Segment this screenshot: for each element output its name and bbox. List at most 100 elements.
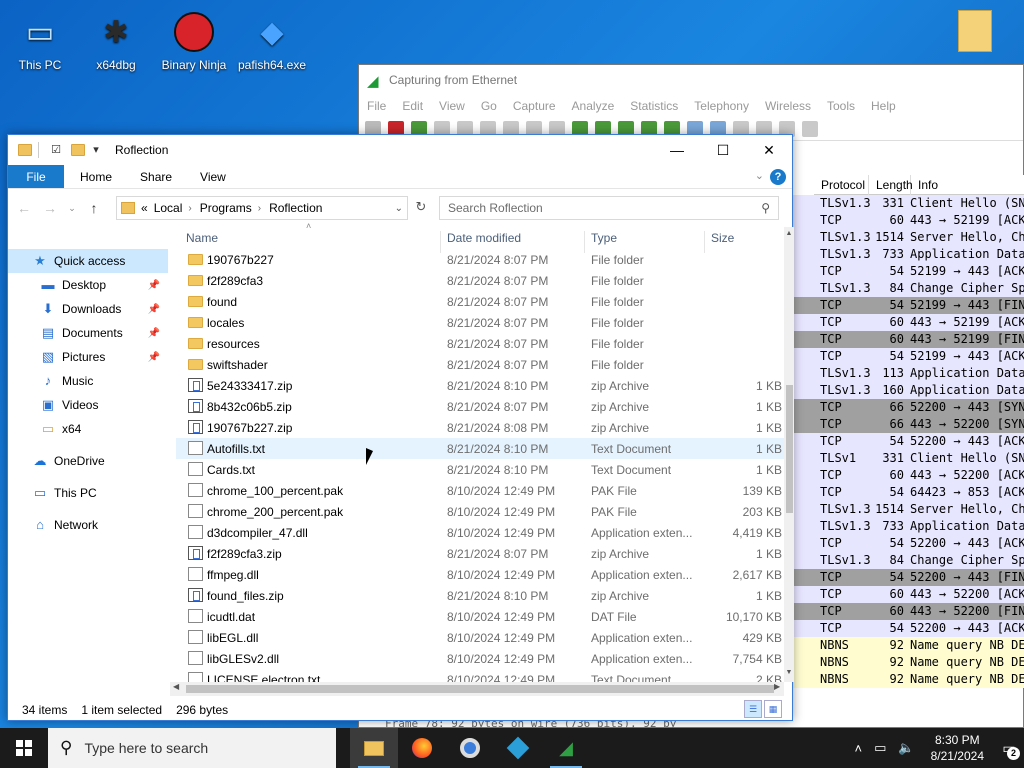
address-bar[interactable]: « Local › Programs › Roflection ⌄ xyxy=(116,196,408,220)
tab-view[interactable]: View xyxy=(186,165,240,188)
minimize-button[interactable]: — xyxy=(654,135,700,165)
packet-row[interactable]: TCP 54 52199 → 443 [ACK xyxy=(792,348,1024,365)
maximize-button[interactable]: ☐ xyxy=(700,135,746,165)
file-row[interactable]: locales 8/21/2024 8:07 PM File folder xyxy=(176,312,788,333)
column-type[interactable]: Type xyxy=(591,231,617,245)
packet-row[interactable]: TCP 54 52200 → 443 [FIN xyxy=(792,569,1024,586)
desktop-icon-x64dbg[interactable]: ✱ x64dbg xyxy=(76,10,156,73)
desktop-icon-this-pc[interactable]: ▭ This PC xyxy=(0,10,80,73)
file-row[interactable]: f2f289cfa3 8/21/2024 8:07 PM File folder xyxy=(176,270,788,291)
scroll-up-icon[interactable]: ▲ xyxy=(784,230,794,237)
tab-home[interactable]: Home xyxy=(66,165,126,188)
taskbar-firefox[interactable] xyxy=(398,728,446,768)
up-arrow-icon[interactable]: ↑ xyxy=(84,200,104,216)
file-row[interactable]: Autofills.txt 8/21/2024 8:10 PM Text Docum… xyxy=(176,438,788,459)
volume-muted-icon[interactable]: 🔈 xyxy=(898,740,914,756)
tab-file[interactable]: File xyxy=(8,165,64,188)
packet-row[interactable]: TLSv1.3 733 Application Data xyxy=(792,246,1024,263)
file-row[interactable]: 5e24333417.zip 8/21/2024 8:10 PM zip Archi… xyxy=(176,375,788,396)
breadcrumb-overflow[interactable]: « xyxy=(141,201,148,215)
packet-row[interactable]: TCP 66 443 → 52200 [SYN xyxy=(792,416,1024,433)
chevron-right-icon[interactable]: › xyxy=(258,203,261,214)
packet-row[interactable]: TLSv1.3 733 Application Data xyxy=(792,518,1024,535)
column-length[interactable]: Length xyxy=(869,174,913,195)
sidebar-item-desktop[interactable]: ▬ Desktop 📌 xyxy=(8,273,168,297)
file-row[interactable]: found 8/21/2024 8:07 PM File folder xyxy=(176,291,788,312)
sidebar-item-documents[interactable]: ▤ Documents 📌 xyxy=(8,321,168,345)
forward-arrow-icon[interactable]: → xyxy=(40,200,60,216)
vertical-scroll-thumb[interactable] xyxy=(786,385,793,513)
taskbar-search-input[interactable]: Type here to search xyxy=(84,740,208,756)
scroll-down-icon[interactable]: ▼ xyxy=(784,669,794,676)
pin-icon[interactable]: 📌 xyxy=(148,352,160,363)
new-folder-icon[interactable] xyxy=(71,144,85,156)
column-size[interactable]: Size xyxy=(711,231,734,245)
file-row[interactable]: ffmpeg.dll 8/10/2024 12:49 PM Application … xyxy=(176,564,788,585)
details-view-icon[interactable]: ☰ xyxy=(744,700,762,718)
file-row[interactable]: icudtl.dat 8/10/2024 12:49 PM DAT File 10,1… xyxy=(176,606,788,627)
packet-row[interactable]: TCP 60 443 → 52200 [ACK xyxy=(792,586,1024,603)
packet-row[interactable]: NBNS 92 Name query NB DE xyxy=(792,637,1024,654)
packet-row[interactable]: TLSv1.3 1514 Server Hello, Ch xyxy=(792,501,1024,518)
file-row[interactable]: chrome_100_percent.pak 8/10/2024 12:49 PM… xyxy=(176,480,788,501)
file-row[interactable]: chrome_200_percent.pak 8/10/2024 12:49 PM… xyxy=(176,501,788,522)
recent-locations-icon[interactable]: ⌄ xyxy=(66,203,78,214)
folder-icon[interactable] xyxy=(958,10,992,52)
sidebar-item-x64[interactable]: ▭ x64 xyxy=(8,417,168,441)
back-arrow-icon[interactable]: ← xyxy=(14,200,34,216)
packet-row[interactable]: TCP 54 52200 → 443 [ACK xyxy=(792,433,1024,450)
scroll-right-icon[interactable]: ▶ xyxy=(774,682,780,691)
file-row[interactable]: found_files.zip 8/21/2024 8:10 PM zip Arch… xyxy=(176,585,788,606)
column-name[interactable]: Name xyxy=(186,231,218,245)
packet-row[interactable]: TLSv1.3 160 Application Data xyxy=(792,382,1024,399)
resize-columns-icon[interactable] xyxy=(802,120,818,137)
packet-row[interactable]: TLSv1.3 1514 Server Hello, Ch xyxy=(792,229,1024,246)
wireshark-menu-go[interactable]: Go xyxy=(481,99,497,113)
network-icon[interactable]: ▭ xyxy=(874,740,886,756)
expand-ribbon-icon[interactable]: ⌄ xyxy=(755,169,764,182)
chevron-up-icon[interactable]: ˄ xyxy=(855,741,863,756)
file-row[interactable]: libGLESv2.dll 8/10/2024 12:49 PM Applicati… xyxy=(176,648,788,669)
close-button[interactable]: ✕ xyxy=(746,135,792,165)
desktop-icon-binary-ninja[interactable]: Binary Ninja xyxy=(154,10,234,72)
wireshark-menu-help[interactable]: Help xyxy=(871,99,896,113)
breadcrumb-local[interactable]: Local xyxy=(154,201,183,215)
chevron-down-icon[interactable]: ⌄ xyxy=(395,203,403,214)
taskbar-box-app[interactable] xyxy=(494,728,542,768)
sidebar-item-quick-access[interactable]: ★ Quick access xyxy=(8,249,168,273)
breadcrumb-programs[interactable]: Programs xyxy=(200,201,252,215)
packet-row[interactable]: TCP 60 443 → 52199 [FIN xyxy=(792,331,1024,348)
packet-row[interactable]: TCP 60 443 → 52200 [ACK xyxy=(792,467,1024,484)
packet-row[interactable]: TLSv1.3 113 Application Data xyxy=(792,365,1024,382)
wireshark-menu-wireless[interactable]: Wireless xyxy=(765,99,811,113)
wireshark-menu-capture[interactable]: Capture xyxy=(513,99,556,113)
sidebar-item-this-pc[interactable]: ▭ This PC xyxy=(8,481,168,505)
packet-row[interactable]: TCP 60 443 → 52199 [ACK xyxy=(792,212,1024,229)
file-row[interactable]: Cards.txt 8/21/2024 8:10 PM Text Document 1… xyxy=(176,459,788,480)
tab-share[interactable]: Share xyxy=(126,165,186,188)
sidebar-item-videos[interactable]: ▣ Videos xyxy=(8,393,168,417)
breadcrumb-roflection[interactable]: Roflection xyxy=(269,201,322,215)
file-row[interactable]: 190767b227 8/21/2024 8:07 PM File folder xyxy=(176,249,788,270)
packet-row[interactable]: TCP 54 52199 → 443 [ACK xyxy=(792,263,1024,280)
column-protocol[interactable]: Protocol xyxy=(814,174,869,195)
packet-row[interactable]: NBNS 92 Name query NB DE xyxy=(792,671,1024,688)
packet-row[interactable]: TLSv1.3 331 Client Hello (SN xyxy=(792,195,1024,212)
pin-icon[interactable]: 📌 xyxy=(148,280,160,291)
file-row[interactable]: libEGL.dll 8/10/2024 12:49 PM Application … xyxy=(176,627,788,648)
file-row[interactable]: swiftshader 8/21/2024 8:07 PM File folder xyxy=(176,354,788,375)
search-input[interactable]: Search Roflection xyxy=(448,201,543,215)
desktop-icon-pafish[interactable]: ◆ pafish64.exe xyxy=(232,10,312,73)
wireshark-menu-view[interactable]: View xyxy=(439,99,465,113)
packet-row[interactable]: TLSv1.3 84 Change Cipher Spe xyxy=(792,552,1024,569)
refresh-icon[interactable]: ↻ xyxy=(410,196,432,220)
packet-row[interactable]: TCP 60 443 → 52199 [ACK xyxy=(792,314,1024,331)
taskbar-search[interactable]: ⚲ Type here to search xyxy=(48,728,336,768)
sidebar-item-onedrive[interactable]: ☁ OneDrive xyxy=(8,449,168,473)
start-button[interactable] xyxy=(0,728,48,768)
packet-row[interactable]: NBNS 92 Name query NB DE xyxy=(792,654,1024,671)
file-row[interactable]: resources 8/21/2024 8:07 PM File folder xyxy=(176,333,788,354)
help-icon[interactable]: ? xyxy=(770,169,786,185)
packet-row[interactable]: TCP 54 52199 → 443 [FIN xyxy=(792,297,1024,314)
sidebar-item-music[interactable]: ♪ Music xyxy=(8,369,168,393)
